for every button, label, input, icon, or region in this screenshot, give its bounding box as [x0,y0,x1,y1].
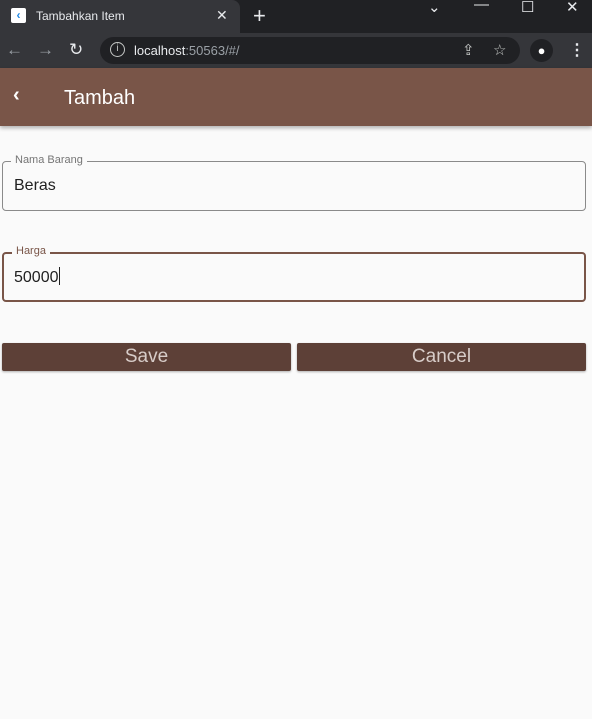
url-path: :50563/#/ [185,43,240,58]
close-window-icon[interactable]: ✕ [566,0,579,16]
address-bar[interactable]: i localhost:50563/#/ ⇪ ☆ [100,37,520,64]
save-button[interactable]: Save [2,343,291,371]
close-tab-icon[interactable]: ✕ [216,7,228,24]
browser-tab[interactable]: ‹ Tambahkan Item ✕ [0,0,240,33]
profile-icon[interactable]: ● [530,39,553,62]
text-caret [58,267,60,285]
harga-label: Harga [12,245,50,257]
url-host: localhost [134,43,186,58]
cancel-button[interactable]: Cancel [297,343,586,371]
page-title: Tambah [64,87,136,109]
harga-value: 50000 [14,269,59,286]
nama-barang-value: Beras [14,177,56,194]
reload-icon[interactable]: ↻ [69,40,83,60]
app-bar: ‹ Tambah [0,68,592,126]
back-icon[interactable]: ← [6,40,23,60]
more-menu-icon[interactable]: ⋮ [569,40,585,60]
maximize-icon[interactable]: ☐ [521,0,534,16]
info-icon[interactable]: i [110,42,125,57]
flutter-favicon-icon: ‹ [11,8,26,23]
share-icon[interactable]: ⇪ [462,41,475,59]
nama-barang-label: Nama Barang [11,154,87,166]
star-icon[interactable]: ☆ [493,41,506,59]
new-tab-icon[interactable]: + [253,3,266,29]
back-button-icon[interactable]: ‹ [13,84,20,107]
nama-barang-field[interactable]: Nama Barang Beras [2,154,586,211]
minimize-icon[interactable]: — [474,0,489,13]
tab-title: Tambahkan Item [36,9,125,23]
forward-icon[interactable]: → [37,40,54,60]
harga-field[interactable]: Harga 50000 [2,245,586,302]
browser-toolbar: ← → ↻ i localhost:50563/#/ ⇪ ☆ ● ⋮ [0,33,592,68]
tab-strip: ‹ Tambahkan Item ✕ + ⌄ — ☐ ✕ [0,0,592,33]
tab-search-icon[interactable]: ⌄ [428,0,441,16]
